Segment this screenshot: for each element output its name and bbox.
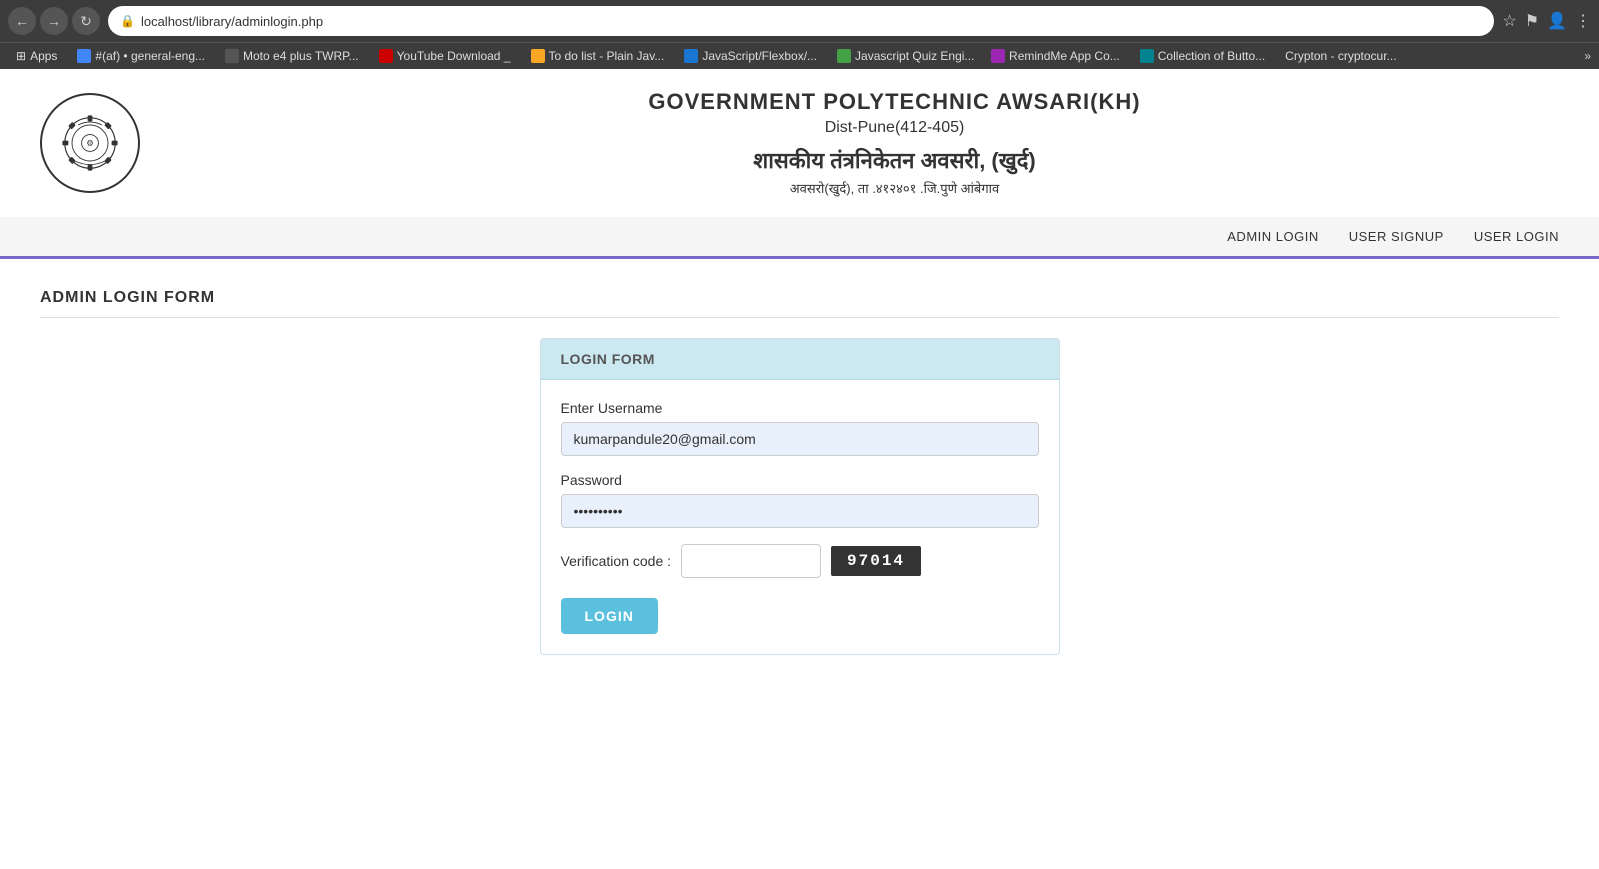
toolbar-icons: ☆ ⚑ 👤 ⋮ (1502, 11, 1591, 31)
bm-icon-3 (379, 49, 393, 63)
menu-icon[interactable]: ⋮ (1575, 11, 1591, 31)
bm-label-1: #(af) • general-eng... (95, 49, 205, 63)
url-text: localhost/library/adminlogin.php (141, 14, 1482, 29)
bm-icon-7 (991, 49, 1005, 63)
bookmark-youtube[interactable]: YouTube Download _ (371, 47, 519, 65)
profile-icon[interactable]: 👤 (1547, 11, 1567, 31)
password-input[interactable] (561, 494, 1039, 528)
user-signup-link[interactable]: USER SIGNUP (1349, 229, 1444, 244)
verification-row: Verification code : 97014 (561, 544, 1039, 578)
back-button[interactable]: ← (8, 7, 36, 35)
bookmark-moto[interactable]: Moto e4 plus TWRP... (217, 47, 367, 65)
apps-grid-icon: ⊞ (16, 49, 26, 63)
username-label: Enter Username (561, 400, 1039, 416)
browser-chrome: ← → ↻ 🔒 localhost/library/adminlogin.php… (0, 0, 1599, 69)
star-icon[interactable]: ☆ (1502, 11, 1516, 31)
captcha-display: 97014 (831, 546, 921, 576)
bm-label-5: JavaScript/Flexbox/... (702, 49, 817, 63)
lock-icon: 🔒 (120, 14, 135, 28)
site-header: ⚙ GOVERNMENT POLYTECHNIC AWSARI(KH) Dist… (0, 69, 1599, 217)
logo-svg: ⚙ (60, 113, 120, 173)
page-content: ⚙ GOVERNMENT POLYTECHNIC AWSARI(KH) Dist… (0, 69, 1599, 869)
bookmark-todo[interactable]: To do list - Plain Jav... (523, 47, 673, 65)
institute-info: GOVERNMENT POLYTECHNIC AWSARI(KH) Dist-P… (170, 89, 1559, 197)
refresh-button[interactable]: ↻ (72, 7, 100, 35)
login-card: LOGIN FORM Enter Username Password Verif… (540, 338, 1060, 655)
bm-icon-8 (1140, 49, 1154, 63)
card-body: Enter Username Password Verification cod… (541, 380, 1059, 654)
district-info: Dist-Pune(412-405) (230, 119, 1559, 137)
bookmark-remindme[interactable]: RemindMe App Co... (983, 47, 1128, 65)
username-group: Enter Username (561, 400, 1039, 456)
bookmarks-bar: ⊞ Apps #(af) • general-eng... Moto e4 pl… (0, 42, 1599, 69)
login-button[interactable]: LOGIN (561, 598, 658, 634)
logo-area: ⚙ (40, 93, 140, 193)
bm-label-8: Collection of Butto... (1158, 49, 1265, 63)
user-login-link[interactable]: USER LOGIN (1474, 229, 1559, 244)
bm-label-2: Moto e4 plus TWRP... (243, 49, 359, 63)
password-label: Password (561, 472, 1039, 488)
verification-label: Verification code : (561, 553, 672, 569)
bm-label-4: To do list - Plain Jav... (549, 49, 665, 63)
bookmark-buttons[interactable]: Collection of Butto... (1132, 47, 1273, 65)
bm-label-9: Crypton - cryptocur... (1285, 49, 1396, 63)
username-input[interactable] (561, 422, 1039, 456)
bookmarks-more-button[interactable]: » (1584, 49, 1591, 63)
bm-icon-2 (225, 49, 239, 63)
verification-input[interactable] (681, 544, 821, 578)
bm-label-7: RemindMe App Co... (1009, 49, 1120, 63)
bookmark-general-eng[interactable]: #(af) • general-eng... (69, 47, 213, 65)
forward-button[interactable]: → (40, 7, 68, 35)
institute-logo: ⚙ (40, 93, 140, 193)
bookmark-flexbox[interactable]: JavaScript/Flexbox/... (676, 47, 825, 65)
bm-icon-1 (77, 49, 91, 63)
address-bar[interactable]: 🔒 localhost/library/adminlogin.php (108, 6, 1494, 36)
bookmark-crypton[interactable]: Crypton - cryptocur... (1277, 47, 1404, 65)
apps-label: Apps (30, 49, 57, 63)
browser-toolbar: ← → ↻ 🔒 localhost/library/adminlogin.php… (0, 0, 1599, 42)
shield-icon[interactable]: ⚑ (1525, 11, 1539, 31)
nav-buttons: ← → ↻ (8, 7, 100, 35)
institute-name-english: GOVERNMENT POLYTECHNIC AWSARI(KH) (230, 89, 1559, 115)
bm-label-6: Javascript Quiz Engi... (855, 49, 974, 63)
bm-icon-4 (531, 49, 545, 63)
card-header: LOGIN FORM (541, 339, 1059, 380)
bm-icon-5 (684, 49, 698, 63)
institute-name-hindi: शासकीय तंत्रनिकेतन अवसरी, (खुर्द) (230, 145, 1559, 175)
navigation-bar: ADMIN LOGIN USER SIGNUP USER LOGIN (0, 217, 1599, 259)
address-hindi: अवसरो(खुर्द), ता .४१२४०१ .जि.पुणे आंबेगा… (230, 179, 1559, 197)
bookmark-apps[interactable]: ⊞ Apps (8, 47, 65, 65)
bm-label-3: YouTube Download _ (397, 49, 511, 63)
main-content: ADMIN LOGIN FORM LOGIN FORM Enter Userna… (0, 259, 1599, 685)
bookmark-quiz[interactable]: Javascript Quiz Engi... (829, 47, 979, 65)
bm-icon-6 (837, 49, 851, 63)
svg-text:⚙: ⚙ (86, 139, 94, 148)
admin-login-link[interactable]: ADMIN LOGIN (1227, 229, 1318, 244)
page-title: ADMIN LOGIN FORM (40, 289, 1559, 318)
password-group: Password (561, 472, 1039, 528)
